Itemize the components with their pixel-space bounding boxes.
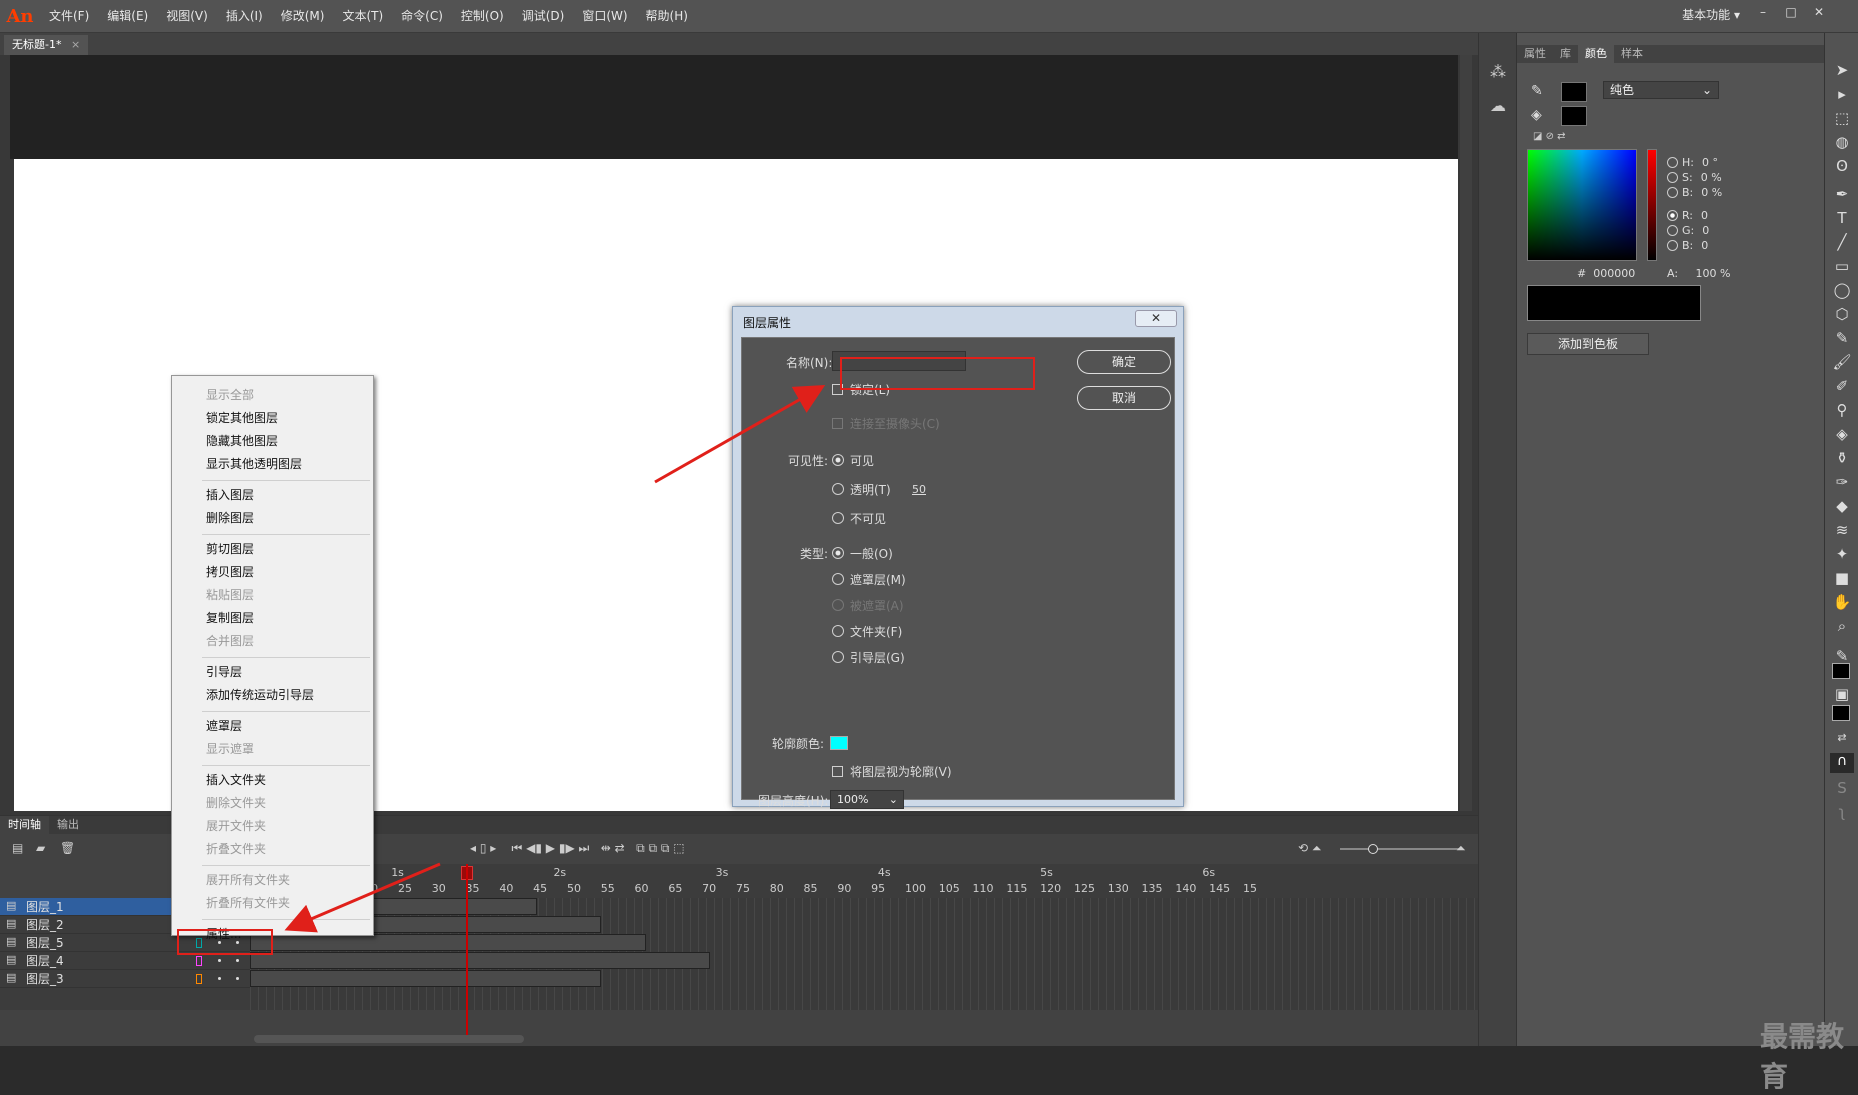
arrow-to-properties-item bbox=[284, 862, 441, 933]
annotation-arrows bbox=[284, 385, 826, 933]
arrow-to-name-field bbox=[654, 385, 826, 484]
watermark: 最需教育 bbox=[1760, 1020, 1845, 1093]
